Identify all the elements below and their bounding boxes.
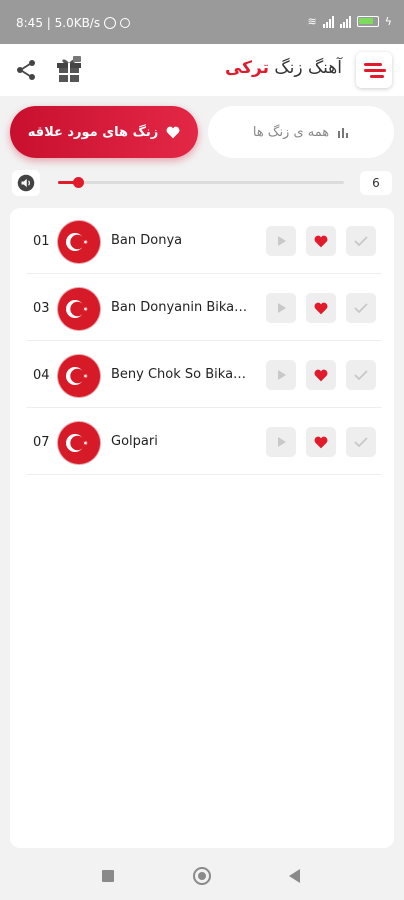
favorite-button[interactable] bbox=[306, 293, 336, 323]
track-number: 04 bbox=[33, 368, 50, 383]
charging-icon: ϟ bbox=[384, 15, 392, 28]
turkey-flag-icon bbox=[58, 422, 100, 464]
play-button[interactable] bbox=[266, 226, 296, 256]
play-button[interactable] bbox=[266, 360, 296, 390]
tab-all-label: همه ی زنگ ها bbox=[252, 124, 330, 140]
play-icon bbox=[278, 370, 286, 380]
list-item[interactable]: 07 Golpari bbox=[26, 409, 382, 475]
turkey-flag-icon bbox=[58, 288, 100, 330]
back-icon[interactable] bbox=[289, 869, 300, 883]
check-icon bbox=[354, 437, 368, 448]
heart-icon bbox=[314, 235, 328, 247]
set-ringtone-button[interactable] bbox=[346, 427, 376, 457]
play-icon bbox=[278, 437, 286, 447]
volume-mute-button[interactable] bbox=[12, 170, 40, 196]
heart-icon bbox=[166, 126, 180, 138]
play-icon bbox=[278, 303, 286, 313]
heart-icon bbox=[314, 436, 328, 448]
tab-favorites[interactable]: زنگ های مورد علاقه bbox=[10, 106, 198, 158]
equalizer-icon bbox=[338, 128, 349, 138]
menu-button[interactable] bbox=[356, 52, 392, 88]
song-title: Golpari bbox=[111, 434, 158, 449]
favorite-button[interactable] bbox=[306, 226, 336, 256]
status-bar: 8:45 | 5.0KB/s ≋ ϟ bbox=[0, 0, 404, 44]
signal-icon bbox=[322, 15, 334, 28]
wifi-icon: ≋ bbox=[307, 15, 317, 28]
tab-all-ringtones[interactable]: همه ی زنگ ها bbox=[208, 106, 394, 158]
list-item[interactable]: 04 Beny Chok So Bikadar bbox=[26, 342, 382, 408]
notification-icon bbox=[120, 18, 131, 28]
turkey-flag-icon bbox=[58, 355, 100, 397]
turkey-flag-icon bbox=[58, 221, 100, 263]
set-ringtone-button[interactable] bbox=[346, 360, 376, 390]
set-ringtone-button[interactable] bbox=[346, 226, 376, 256]
battery-icon bbox=[356, 16, 379, 27]
check-icon bbox=[354, 370, 368, 381]
check-icon bbox=[354, 303, 368, 314]
song-title: Ban Donya bbox=[111, 233, 183, 248]
home-icon[interactable] bbox=[193, 867, 211, 885]
heart-icon bbox=[314, 302, 328, 314]
heart-icon bbox=[314, 369, 328, 381]
app-title-accent: ترکی bbox=[224, 58, 269, 78]
app-title-main: آهنگ زنگ bbox=[274, 58, 342, 78]
list-item[interactable]: 03 Ban Donyanin Bikadar bbox=[26, 275, 382, 341]
system-nav-bar bbox=[0, 852, 404, 900]
track-number: 01 bbox=[33, 234, 50, 249]
track-number: 03 bbox=[33, 301, 50, 316]
volume-slider-thumb[interactable] bbox=[73, 177, 84, 188]
track-number: 07 bbox=[33, 435, 50, 450]
status-time: 8:45 | 5.0KB/s bbox=[16, 16, 101, 30]
check-icon bbox=[354, 236, 368, 247]
volume-value: 6 bbox=[360, 171, 392, 195]
ringtone-list: 01 Ban Donya 03 Ban Donyanin Bikadar 04 … bbox=[10, 208, 394, 848]
favorite-button[interactable] bbox=[306, 360, 336, 390]
play-button[interactable] bbox=[266, 427, 296, 457]
speaker-icon bbox=[17, 174, 35, 192]
set-ringtone-button[interactable] bbox=[346, 293, 376, 323]
song-title: Beny Chok So Bikadar bbox=[111, 367, 251, 382]
share-icon[interactable] bbox=[14, 58, 38, 82]
play-icon bbox=[278, 236, 286, 246]
tab-favorites-label: زنگ های مورد علاقه bbox=[27, 124, 159, 140]
volume-slider[interactable] bbox=[58, 177, 344, 188]
app-title: آهنگ زنگ ترکی bbox=[225, 58, 342, 78]
list-item[interactable]: 01 Ban Donya bbox=[26, 208, 382, 274]
play-button[interactable] bbox=[266, 293, 296, 323]
signal-icon-2 bbox=[339, 15, 351, 28]
song-title: Ban Donyanin Bikadar bbox=[111, 300, 251, 315]
recents-icon[interactable] bbox=[102, 870, 114, 882]
gift-icon[interactable] bbox=[56, 56, 82, 84]
alarm-icon bbox=[104, 17, 117, 29]
favorite-button[interactable] bbox=[306, 427, 336, 457]
app-bar: آهنگ زنگ ترکی bbox=[0, 44, 404, 96]
